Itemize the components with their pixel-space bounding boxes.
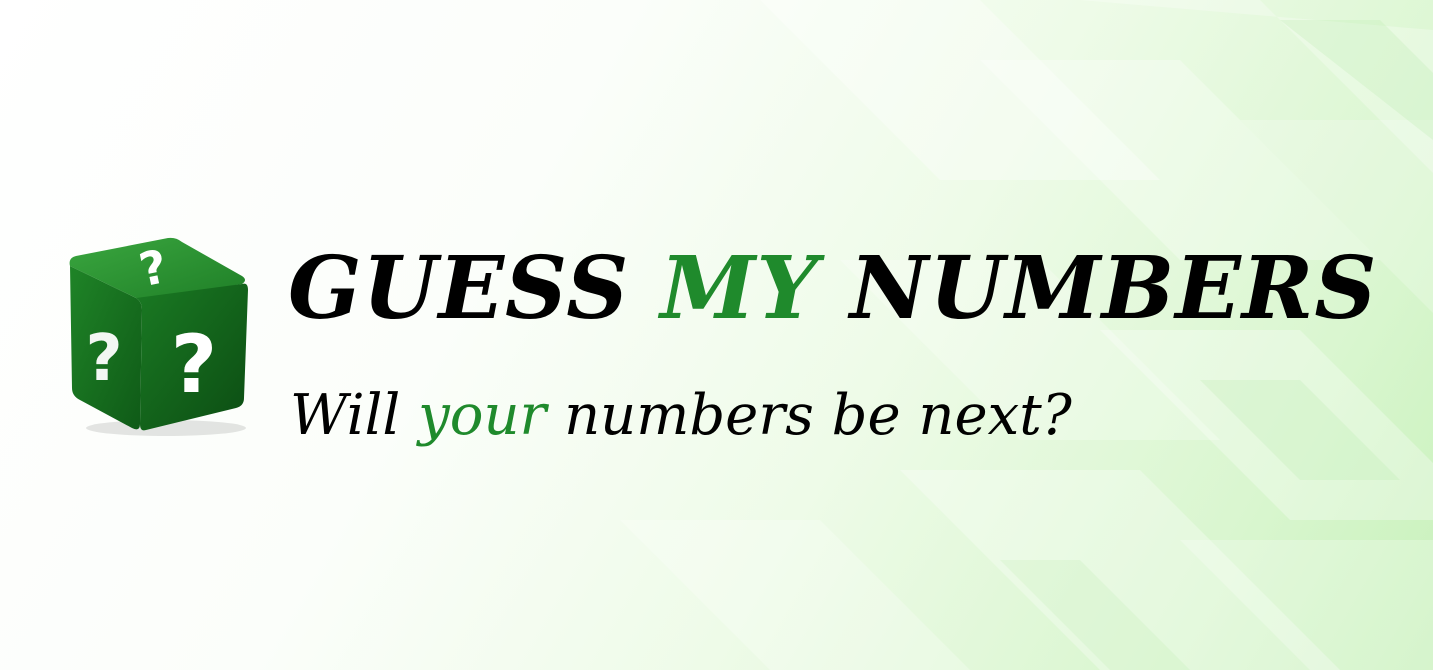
tagline-part-your: your bbox=[418, 383, 547, 448]
banner-tagline: Will your numbers be next? bbox=[290, 388, 1072, 444]
title-part-my: MY bbox=[660, 238, 819, 339]
svg-text:?: ? bbox=[85, 322, 122, 396]
question-dice-icon: ? ? ? bbox=[69, 237, 248, 436]
tagline-part-rest: numbers be next? bbox=[546, 383, 1072, 448]
tagline-part-will: Will bbox=[290, 383, 419, 448]
title-part-numbers: NUMBERS bbox=[818, 238, 1378, 339]
svg-text:?: ? bbox=[171, 318, 217, 411]
banner: ? ? ? GUESS MY NUMBERS Will your numbers… bbox=[0, 0, 1433, 670]
title-part-guess: GUESS bbox=[288, 238, 661, 339]
banner-title: GUESS MY NUMBERS bbox=[288, 246, 1377, 332]
